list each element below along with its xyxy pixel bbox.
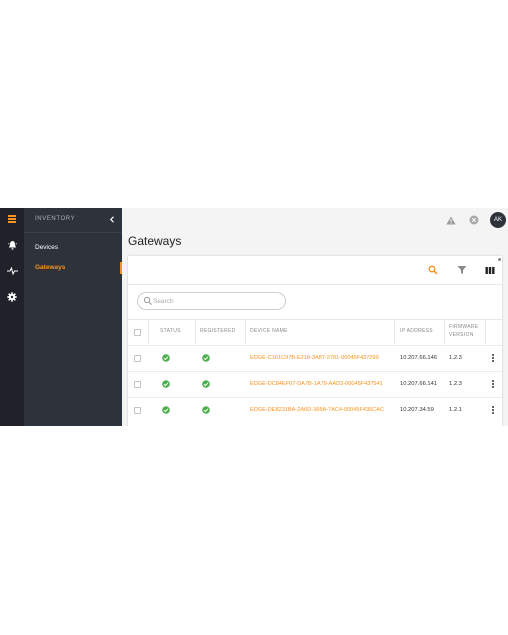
search-field-icon: [143, 296, 152, 305]
row-menu-icon[interactable]: [490, 379, 496, 389]
search-input[interactable]: [153, 295, 278, 307]
settings-icon[interactable]: [0, 286, 24, 308]
avatar[interactable]: AK: [490, 212, 506, 228]
row-menu-icon[interactable]: [490, 405, 496, 415]
column-header-ip-address[interactable]: IP ADDRESS: [400, 328, 433, 335]
status-ok-icon: [162, 406, 170, 414]
table-top-divider: [128, 319, 502, 320]
firmware-version: 1.2.3: [449, 381, 462, 387]
column-divider: [444, 320, 445, 344]
column-header-status[interactable]: STATUS: [160, 328, 181, 335]
nav-item-devices[interactable]: Devices: [24, 240, 122, 256]
collapse-chevron-icon[interactable]: [106, 213, 118, 225]
status-ok-icon: [162, 380, 170, 388]
close-icon[interactable]: [469, 215, 479, 225]
column-divider: [245, 320, 246, 344]
registered-icon: [202, 406, 210, 414]
row-checkbox[interactable]: [134, 407, 141, 414]
select-all-checkbox[interactable]: [134, 329, 141, 336]
row-checkbox[interactable]: [134, 381, 141, 388]
ip-address: 10.207.66.146: [400, 355, 438, 361]
row-menu-icon[interactable]: [490, 353, 496, 363]
column-divider: [394, 320, 395, 344]
firmware-version: 1.2.3: [449, 355, 462, 361]
status-ok-icon: [162, 354, 170, 362]
app-window: INVENTORY Devices Gateways AK Gateways S…: [0, 208, 508, 426]
column-header-device-name[interactable]: DEVICE NAME: [250, 328, 288, 335]
ip-address: 10.207.66.141: [400, 381, 438, 387]
panel-title: INVENTORY: [35, 216, 76, 222]
device-name-link[interactable]: EDGE-C161C97B-E218-3A87-2781-00045F43729…: [250, 355, 379, 361]
device-name-link[interactable]: EDGE-DE8231BA-2A6D-368A-7AC4-00045F436CA…: [250, 407, 384, 413]
column-header-registered[interactable]: REGISTERED: [200, 328, 236, 335]
alarm-icon[interactable]: [0, 234, 24, 256]
device-name-link[interactable]: EDGE-DC84EF07-DA7B-1A79-AAD3-00045F43754…: [250, 381, 383, 387]
firmware-version: 1.2.1: [449, 407, 462, 413]
table-row[interactable]: EDGE-DE8231BA-2A6D-368A-7AC4-00045F436CA…: [128, 397, 502, 423]
search-field[interactable]: [137, 292, 286, 310]
gateways-card: STATUS REGISTERED DEVICE NAME IP ADDRESS…: [128, 256, 502, 426]
ip-address: 10.207.34.59: [400, 407, 434, 413]
column-divider: [485, 320, 486, 344]
row-checkbox[interactable]: [134, 355, 141, 362]
table-row[interactable]: EDGE-DC84EF07-DA7B-1A79-AAD3-00045F43754…: [128, 371, 502, 397]
columns-icon[interactable]: [484, 264, 496, 276]
page-title: Gateways: [128, 234, 182, 248]
registered-icon: [202, 354, 210, 362]
registered-icon: [202, 380, 210, 388]
column-divider: [148, 320, 149, 344]
icon-rail: [0, 208, 24, 426]
side-panel: INVENTORY Devices Gateways: [24, 208, 122, 426]
warning-icon[interactable]: [446, 215, 456, 225]
indicator-dot: [498, 258, 501, 261]
panel-divider: [24, 232, 122, 233]
nav-item-gateways[interactable]: Gateways: [24, 260, 122, 276]
pulse-icon[interactable]: [0, 260, 24, 282]
inventory-icon[interactable]: [0, 208, 24, 230]
column-header-firmware[interactable]: FIRMWARE: [449, 324, 478, 331]
filter-icon[interactable]: [456, 264, 468, 276]
search-icon[interactable]: [427, 264, 439, 276]
top-bar: AK: [122, 208, 508, 232]
toolbar-divider: [128, 284, 502, 285]
column-header-version[interactable]: VERSION: [449, 332, 474, 339]
table-row[interactable]: EDGE-C161C97B-E218-3A87-2781-00045F43729…: [128, 345, 502, 371]
column-divider: [195, 320, 196, 344]
